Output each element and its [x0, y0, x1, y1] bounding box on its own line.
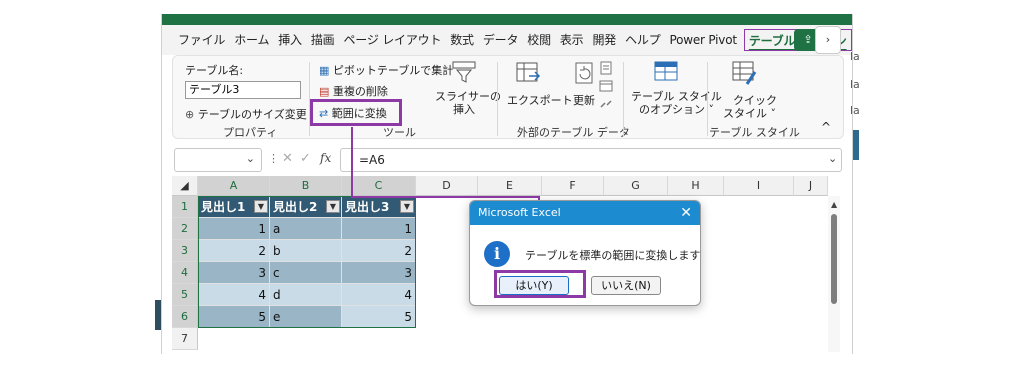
- callout-connector: [351, 127, 353, 197]
- title-bar: [162, 14, 852, 25]
- close-icon[interactable]: ✕: [680, 201, 692, 225]
- column-header-e[interactable]: E: [478, 176, 542, 196]
- export-button[interactable]: エクスポート: [507, 92, 573, 108]
- collapse-ribbon-icon[interactable]: ^: [821, 120, 831, 134]
- insert-slicer-line2: 挿入: [453, 103, 475, 116]
- tab-developer[interactable]: 開発: [588, 29, 621, 51]
- background-fragment: la: [850, 104, 860, 117]
- yes-highlight-box: [494, 270, 586, 298]
- tab-view[interactable]: 表示: [556, 29, 589, 51]
- tab-formulas[interactable]: 数式: [446, 29, 479, 51]
- row-header-6[interactable]: 6: [172, 306, 198, 328]
- dialog-title: Microsoft Excel: [478, 206, 561, 219]
- style-options-icon: [653, 60, 679, 82]
- ribbon-separator: [497, 62, 498, 136]
- unlink-icon[interactable]: [599, 96, 613, 110]
- tab-power-pivot[interactable]: Power Pivot: [666, 29, 742, 51]
- column-header-h[interactable]: H: [668, 176, 724, 196]
- refresh-button[interactable]: 更新: [573, 92, 595, 108]
- export-icon: [515, 60, 541, 86]
- tab-page-layout[interactable]: ページ レイアウト: [339, 29, 446, 51]
- tab-help[interactable]: ヘルプ: [621, 29, 665, 51]
- formula-input[interactable]: =A6: [340, 148, 842, 172]
- column-header-i[interactable]: I: [724, 176, 794, 196]
- name-box[interactable]: ⌄: [174, 148, 262, 172]
- tab-draw[interactable]: 描画: [307, 29, 340, 51]
- ribbon-separator: [623, 62, 624, 136]
- resize-table-button[interactable]: ⊕ テーブルのサイズ変更: [185, 106, 307, 122]
- table-name-input[interactable]: テーブル3: [185, 81, 301, 99]
- properties-small-icon[interactable]: [599, 60, 613, 75]
- chevron-down-icon[interactable]: ⌄: [246, 152, 255, 165]
- scroll-up-icon[interactable]: ▲: [831, 200, 837, 209]
- column-header-f[interactable]: F: [542, 176, 604, 196]
- column-header-j[interactable]: J: [794, 176, 828, 196]
- styles-group-label: テーブル スタイル: [709, 126, 800, 139]
- refresh-icon: [571, 60, 597, 86]
- ribbon-separator: [707, 62, 708, 136]
- tab-file[interactable]: ファイル: [174, 29, 230, 51]
- row-header-4[interactable]: 4: [172, 262, 198, 284]
- callout-connector: [351, 196, 539, 198]
- enter-icon[interactable]: ✓: [300, 151, 311, 166]
- table-name-label: テーブル名:: [185, 64, 244, 77]
- tab-home[interactable]: ホーム: [230, 29, 274, 51]
- pivot-table-icon: ▦: [319, 64, 333, 77]
- column-header-c[interactable]: C: [342, 176, 416, 196]
- ribbon-panel: テーブル名: テーブル3 ⊕ テーブルのサイズ変更 プロパティ ▦ ピボットテー…: [172, 55, 844, 139]
- tools-group-label: ツール: [383, 126, 416, 139]
- column-header-g[interactable]: G: [604, 176, 668, 196]
- resize-icon: ⊕: [185, 108, 198, 121]
- column-header-d[interactable]: D: [416, 176, 478, 196]
- row-header-1[interactable]: 1: [172, 196, 198, 218]
- convert-highlight-box: [310, 99, 402, 126]
- tab-review[interactable]: 校閲: [523, 29, 556, 51]
- no-button[interactable]: いいえ(N): [591, 276, 661, 295]
- formula-bar: ⌄ ⋮ ✕ ✓ fx =A6 ⌄: [172, 146, 844, 174]
- more-icon: ⋮: [268, 152, 279, 165]
- insert-function-icon[interactable]: fx: [320, 151, 331, 165]
- selection-outline: [198, 196, 416, 328]
- background-fragment: [853, 130, 859, 160]
- row-header-7[interactable]: 7: [172, 328, 198, 350]
- scrollbar-thumb[interactable]: [831, 214, 837, 304]
- style-options-line2: のオプション ˅: [639, 103, 714, 116]
- quick-styles-line2: スタイル ˅: [723, 107, 776, 120]
- remove-duplicates-button[interactable]: ▤ 重複の削除: [319, 83, 388, 99]
- info-icon: i: [484, 241, 510, 267]
- external-group-label: 外部のテーブル データ: [517, 126, 630, 139]
- remove-duplicates-icon: ▤: [319, 85, 333, 98]
- background-fragment: [155, 300, 161, 330]
- background-fragment: la: [850, 78, 860, 91]
- chevron-right-icon[interactable]: ›: [815, 26, 841, 54]
- quick-styles-icon: [731, 60, 757, 86]
- dialog-title-bar: Microsoft Excel ✕: [470, 201, 700, 225]
- vertical-scrollbar[interactable]: ▲: [828, 196, 840, 352]
- cancel-icon[interactable]: ✕: [282, 151, 293, 166]
- open-browser-icon[interactable]: [599, 78, 613, 92]
- expand-formula-icon[interactable]: ⌄: [828, 152, 837, 165]
- row-header-2[interactable]: 2: [172, 218, 198, 240]
- background-fragment: la: [850, 50, 860, 63]
- tab-data[interactable]: データ: [479, 29, 523, 51]
- slicer-icon: [451, 60, 477, 84]
- tab-insert[interactable]: 挿入: [274, 29, 307, 51]
- select-all-corner[interactable]: ◢: [172, 176, 198, 196]
- ribbon-tabs: ファイル ホーム 挿入 描画 ページ レイアウト 数式 データ 校閲 表示 開発…: [162, 25, 852, 55]
- dialog-message: テーブルを標準の範囲に変換しますか?: [525, 249, 701, 262]
- properties-group-label: プロパティ: [223, 126, 278, 139]
- pivot-summarize-button[interactable]: ▦ ピボットテーブルで集計: [319, 62, 453, 78]
- row-header-3[interactable]: 3: [172, 240, 198, 262]
- row-header-5[interactable]: 5: [172, 284, 198, 306]
- column-header-b[interactable]: B: [270, 176, 342, 196]
- column-header-a[interactable]: A: [198, 176, 270, 196]
